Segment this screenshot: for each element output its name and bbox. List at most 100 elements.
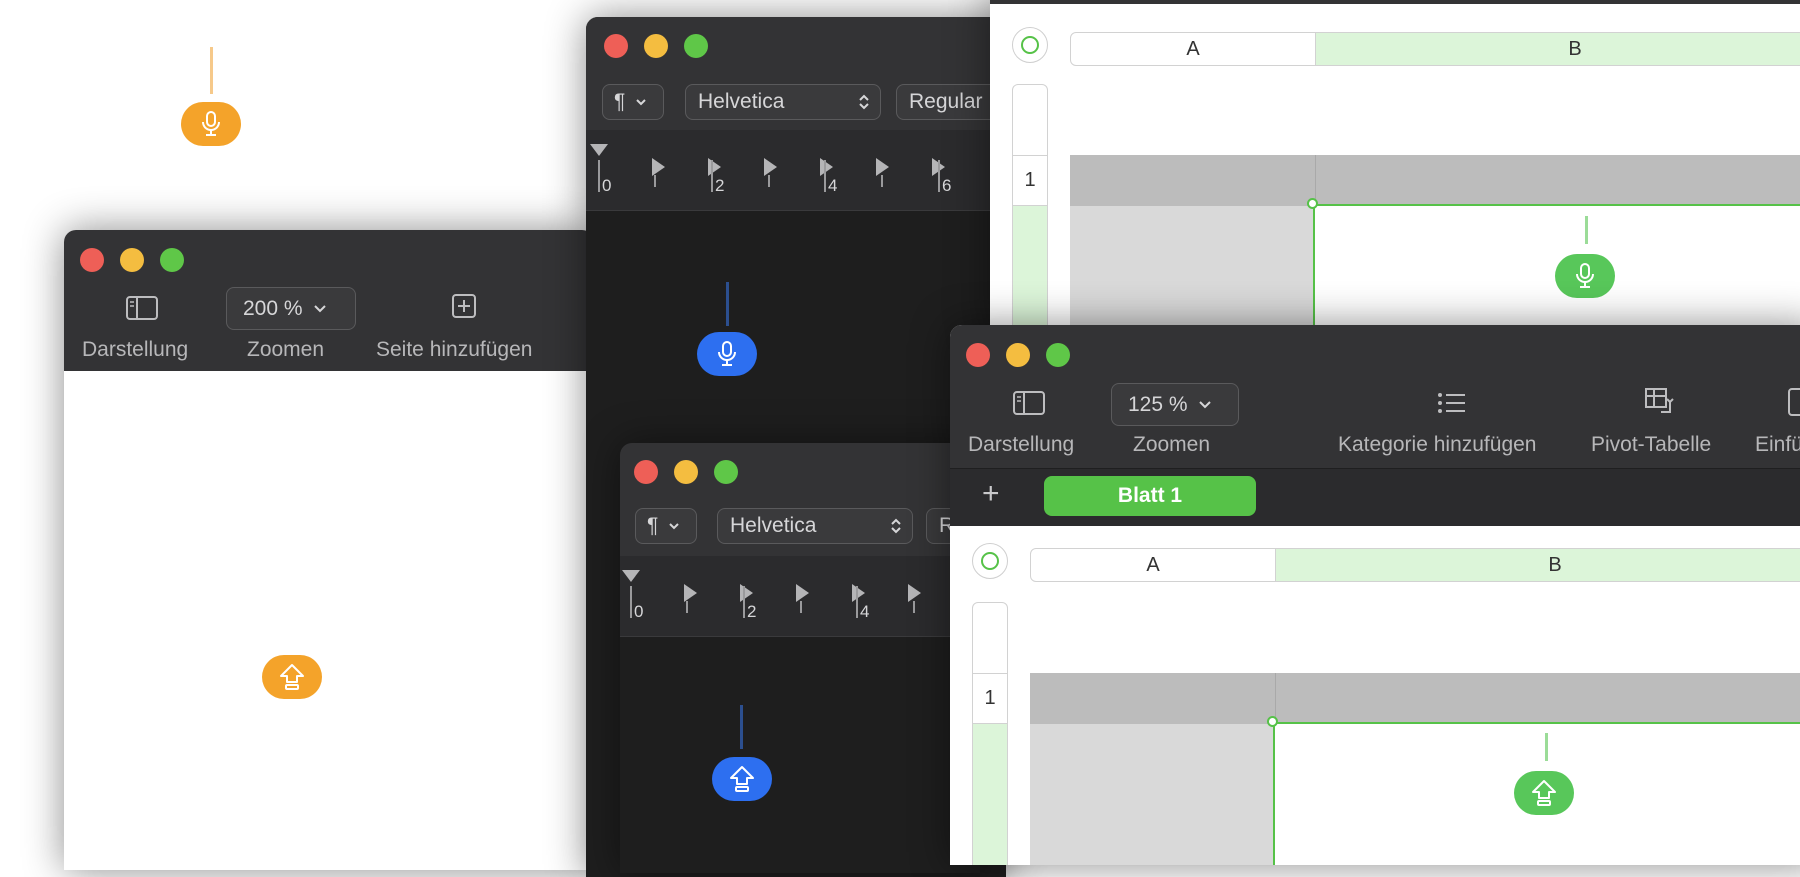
ruler-number: 6 [942, 176, 952, 195]
chevron-down-icon [1198, 400, 1211, 408]
zoom-window-button[interactable] [160, 248, 184, 272]
column-header-a[interactable]: A [1070, 32, 1316, 66]
orange-shift-badge[interactable] [262, 655, 322, 699]
sidebar-view-icon[interactable] [1013, 391, 1045, 420]
paragraph-style-button[interactable]: ¶ [602, 84, 664, 120]
font-family-value: Helvetica [730, 514, 817, 537]
ruler-tick [598, 160, 600, 192]
pivot-table-icon[interactable] [1645, 388, 1675, 421]
green-shift-badge[interactable] [1514, 771, 1574, 815]
selection-handle[interactable] [1267, 716, 1278, 727]
zoom-label: Zoomen [1133, 433, 1211, 456]
paragraph-style-button[interactable]: ¶ [635, 508, 697, 544]
close-button[interactable] [604, 34, 628, 58]
tab-stop-icon[interactable] [708, 158, 721, 176]
add-page-label: Seite hinzufügen [376, 338, 533, 361]
table-cell-a2[interactable] [1030, 724, 1276, 865]
tab-stop-icon[interactable] [852, 584, 865, 602]
shift-arrow-icon [730, 766, 754, 792]
table-header-row[interactable] [1030, 673, 1800, 724]
insert-icon[interactable] [1788, 388, 1800, 421]
pages-window: Darstellung 200 % Zoomen Seite hinzufüge… [64, 230, 594, 870]
column-header-b[interactable]: B [1275, 548, 1800, 582]
minimize-button[interactable] [674, 460, 698, 484]
green-mic-stem [1585, 216, 1588, 244]
ruler-tick [913, 601, 915, 613]
tab-stop-icon[interactable] [740, 584, 753, 602]
zoom-dropdown[interactable]: 200 % [226, 287, 356, 330]
numbers-window-back: A B 1 [990, 0, 1800, 338]
row-header-2[interactable] [1012, 205, 1048, 338]
zoom-value: 200 % [243, 296, 303, 320]
column-header-a[interactable]: A [1030, 548, 1276, 582]
ruler-number: 4 [860, 602, 870, 621]
pages-toolbar: Darstellung 200 % Zoomen Seite hinzufüge… [64, 230, 594, 371]
orange-mic-badge[interactable] [181, 102, 241, 146]
tab-stop-icon[interactable] [820, 158, 833, 176]
add-sheet-button[interactable]: + [982, 477, 1000, 511]
row-header-blank[interactable] [972, 602, 1008, 674]
ruler-tick [856, 586, 858, 618]
chevron-down-icon [313, 304, 326, 312]
ruler[interactable]: 0 2 4 6 [586, 130, 1006, 211]
table-header-row[interactable] [1070, 155, 1800, 206]
select-all-button[interactable] [1012, 27, 1048, 63]
zoom-window-button[interactable] [1046, 343, 1070, 367]
minimize-button[interactable] [644, 34, 668, 58]
textedit-toolbar-1: ¶ Helvetica Regular [586, 17, 1006, 130]
column-header-label: A [1186, 37, 1200, 60]
blue-shift-badge[interactable] [712, 757, 772, 801]
row-header-1[interactable]: 1 [1012, 155, 1048, 206]
indent-marker-icon[interactable] [622, 570, 640, 582]
shift-arrow-icon [280, 664, 304, 690]
ruler-tick [654, 175, 656, 187]
shift-arrow-icon [1532, 780, 1556, 806]
tab-stop-icon[interactable] [764, 158, 777, 176]
minimize-button[interactable] [1006, 343, 1030, 367]
blue-mic-badge[interactable] [697, 332, 757, 376]
blue-shift-stem [740, 705, 743, 749]
green-mic-badge[interactable] [1555, 254, 1615, 298]
pivot-table-label: Pivot-Tabelle [1591, 433, 1712, 456]
orange-mic-stem [210, 47, 213, 94]
ruler-number: 0 [634, 602, 644, 621]
font-family-select[interactable]: Helvetica [717, 508, 913, 544]
ruler-number: 2 [715, 176, 725, 195]
zoom-window-button[interactable] [714, 460, 738, 484]
sidebar-view-icon[interactable] [126, 296, 158, 325]
row-header-1[interactable]: 1 [972, 673, 1008, 724]
numbers-toolbar: Darstellung 125 % Zoomen Kategorie hinzu… [950, 325, 1800, 468]
zoom-window-button[interactable] [684, 34, 708, 58]
add-category-label: Kategorie hinzufügen [1338, 433, 1537, 456]
minimize-button[interactable] [120, 248, 144, 272]
close-button[interactable] [634, 460, 658, 484]
selection-handle[interactable] [1307, 198, 1318, 209]
row-header-2[interactable] [972, 723, 1008, 865]
list-icon[interactable] [1437, 391, 1467, 420]
row-header-blank[interactable] [1012, 84, 1048, 156]
ruler[interactable]: 0 2 4 [620, 556, 980, 637]
ruler-tick [938, 160, 940, 192]
close-button[interactable] [966, 343, 990, 367]
close-button[interactable] [80, 248, 104, 272]
add-page-icon[interactable] [452, 294, 476, 323]
tab-stop-icon[interactable] [908, 584, 921, 602]
chevron-down-icon [636, 99, 646, 106]
font-style-value: Regular [909, 90, 983, 113]
sheet-tab-blatt-1[interactable]: Blatt 1 [1044, 476, 1256, 516]
tab-stop-icon[interactable] [684, 584, 697, 602]
chevron-down-icon [669, 523, 679, 530]
select-all-button[interactable] [972, 543, 1008, 579]
tab-stop-icon[interactable] [876, 158, 889, 176]
ruler-tick [824, 160, 826, 192]
microphone-icon [202, 111, 220, 136]
table-cell-a2[interactable] [1070, 206, 1316, 338]
column-header-label: A [1146, 553, 1160, 576]
tab-stop-icon[interactable] [652, 158, 665, 176]
column-header-b[interactable]: B [1315, 32, 1800, 66]
font-family-select[interactable]: Helvetica [685, 84, 881, 120]
indent-marker-icon[interactable] [590, 144, 608, 156]
ruler-number: 0 [602, 176, 612, 195]
tab-stop-icon[interactable] [796, 584, 809, 602]
zoom-dropdown[interactable]: 125 % [1111, 383, 1239, 426]
